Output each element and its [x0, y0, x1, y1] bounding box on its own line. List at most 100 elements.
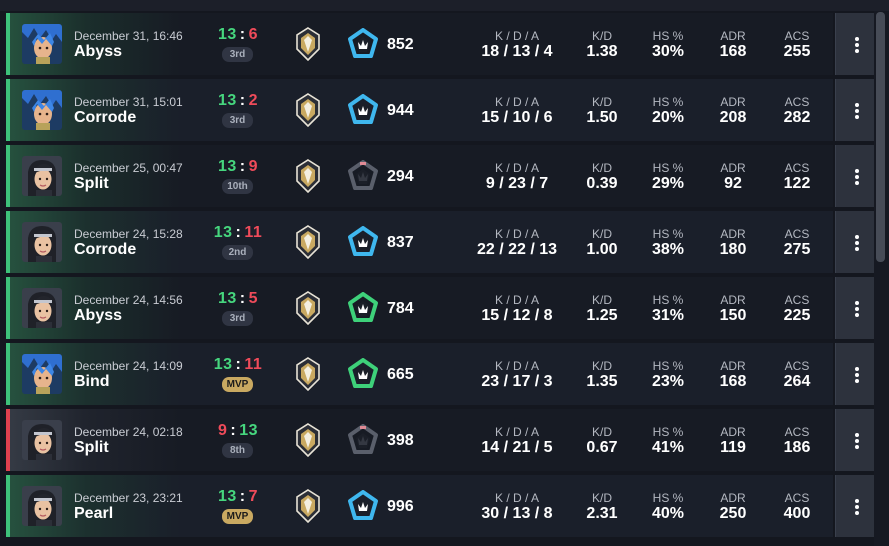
placement-badge: 3rd	[222, 47, 253, 62]
adr-label: ADR	[720, 293, 746, 307]
match-row[interactable]: December 31, 15:01 Corrode 13:2 3rd 944 K / D…	[6, 79, 880, 141]
match-row[interactable]: December 24, 15:28 Corrode 13:11 2nd 837 K / …	[6, 211, 880, 273]
match-row[interactable]: December 23, 23:21 Pearl 13:7 MVP 996 K / D /…	[6, 475, 880, 537]
hs-value: 20%	[651, 109, 685, 126]
kda-stat: K / D / A 15 / 10 / 6	[467, 96, 567, 127]
agent-avatar	[22, 222, 62, 262]
acs-value: 186	[783, 439, 811, 456]
match-score: 13:11	[198, 224, 278, 242]
rr-value: 294	[387, 168, 414, 185]
placement-badge: 3rd	[222, 311, 253, 326]
more-vertical-icon	[855, 37, 859, 55]
adr-label: ADR	[720, 161, 746, 175]
kda-stat: K / D / A 22 / 22 / 13	[467, 228, 567, 259]
rr-value: 996	[387, 498, 414, 515]
adr-value: 180	[719, 241, 747, 258]
rank-icon	[295, 291, 321, 326]
adr-stat: ADR 180	[709, 228, 757, 259]
match-date: December 24, 15:28	[74, 227, 183, 241]
kd-stat: K/D 1.50	[578, 96, 626, 127]
rr-value: 944	[387, 102, 414, 119]
scrollbar-thumb[interactable]	[876, 12, 885, 262]
rr-value: 784	[387, 300, 414, 317]
match-date: December 25, 00:47	[74, 161, 183, 175]
match-row[interactable]: December 24, 02:18 Split 9:13 8th 398 K / D /…	[6, 409, 880, 471]
kda-stat: K / D / A 14 / 21 / 5	[467, 426, 567, 457]
team-score: 13	[217, 488, 237, 505]
team-score: 13	[213, 224, 233, 241]
acs-stat: ACS 122	[773, 162, 821, 193]
kd-stat: K/D 0.39	[578, 162, 626, 193]
adr-stat: ADR 168	[709, 30, 757, 61]
adr-stat: ADR 92	[709, 162, 757, 193]
rr-value: 837	[387, 234, 414, 251]
match-date: December 24, 14:56	[74, 293, 183, 307]
kda-value: 15 / 12 / 8	[481, 307, 553, 324]
acs-value: 400	[783, 505, 811, 522]
score-separator: :	[235, 356, 242, 373]
kda-stat: K / D / A 15 / 12 / 8	[467, 294, 567, 325]
kd-label: K/D	[591, 293, 612, 307]
placement-badge: 8th	[222, 443, 253, 458]
team-score: 13	[217, 158, 237, 175]
more-vertical-icon	[855, 301, 859, 319]
adr-stat: ADR 208	[709, 96, 757, 127]
team-score: 9	[217, 422, 228, 439]
kd-label: K/D	[591, 491, 612, 505]
hs-stat: HS % 29%	[644, 162, 692, 193]
kd-label: K/D	[591, 425, 612, 439]
rr-tier-icon	[347, 160, 379, 192]
hs-label: HS %	[652, 425, 684, 439]
match-score: 9:13	[198, 422, 278, 440]
kd-value: 1.38	[586, 43, 618, 60]
result-indicator	[6, 13, 10, 75]
match-row[interactable]: December 24, 14:09 Bind 13:11 MVP 665 K / D /…	[6, 343, 880, 405]
kd-value: 0.67	[586, 439, 618, 456]
kd-label: K/D	[591, 359, 612, 373]
kda-label: K / D / A	[494, 359, 539, 373]
hs-value: 40%	[651, 505, 685, 522]
score-separator: :	[230, 422, 237, 439]
match-score: 13:11	[198, 356, 278, 374]
rr-value: 852	[387, 36, 414, 53]
adr-value: 250	[719, 505, 747, 522]
adr-stat: ADR 119	[709, 426, 757, 457]
match-date: December 24, 14:09	[74, 359, 183, 373]
kd-stat: K/D 1.00	[578, 228, 626, 259]
match-score: 13:5	[198, 290, 278, 308]
kd-stat: K/D 2.31	[578, 492, 626, 523]
rr-tier-icon	[347, 94, 379, 126]
match-row[interactable]: December 25, 00:47 Split 13:9 10th 294 K / D …	[6, 145, 880, 207]
rank-icon	[295, 159, 321, 194]
rr-tier-icon	[347, 424, 379, 456]
more-vertical-icon	[855, 499, 859, 517]
acs-stat: ACS 282	[773, 96, 821, 127]
enemy-score: 2	[248, 92, 259, 109]
kd-value: 2.31	[586, 505, 618, 522]
team-score: 13	[217, 92, 237, 109]
score-separator: :	[235, 224, 242, 241]
kd-value: 1.25	[586, 307, 618, 324]
rank-icon	[295, 423, 321, 458]
acs-label: ACS	[784, 227, 810, 241]
match-row[interactable]: December 24, 14:56 Abyss 13:5 3rd 784 K / D /…	[6, 277, 880, 339]
adr-value: 119	[720, 439, 746, 456]
map-name: Bind	[74, 373, 110, 390]
adr-label: ADR	[720, 29, 746, 43]
kda-label: K / D / A	[494, 95, 539, 109]
hs-label: HS %	[652, 29, 684, 43]
placement-badge: MVP	[222, 509, 253, 524]
agent-avatar	[22, 156, 62, 196]
match-row[interactable]: December 31, 16:46 Abyss 13:6 3rd 852 K / D /…	[6, 13, 880, 75]
score-separator: :	[239, 158, 246, 175]
hs-value: 29%	[651, 175, 685, 192]
enemy-score: 9	[248, 158, 259, 175]
match-date: December 31, 16:46	[74, 29, 183, 43]
acs-stat: ACS 186	[773, 426, 821, 457]
hs-value: 23%	[651, 373, 685, 390]
kd-label: K/D	[591, 29, 612, 43]
score-separator: :	[239, 26, 246, 43]
team-score: 13	[213, 356, 233, 373]
hs-value: 38%	[651, 241, 685, 258]
hs-label: HS %	[652, 359, 684, 373]
